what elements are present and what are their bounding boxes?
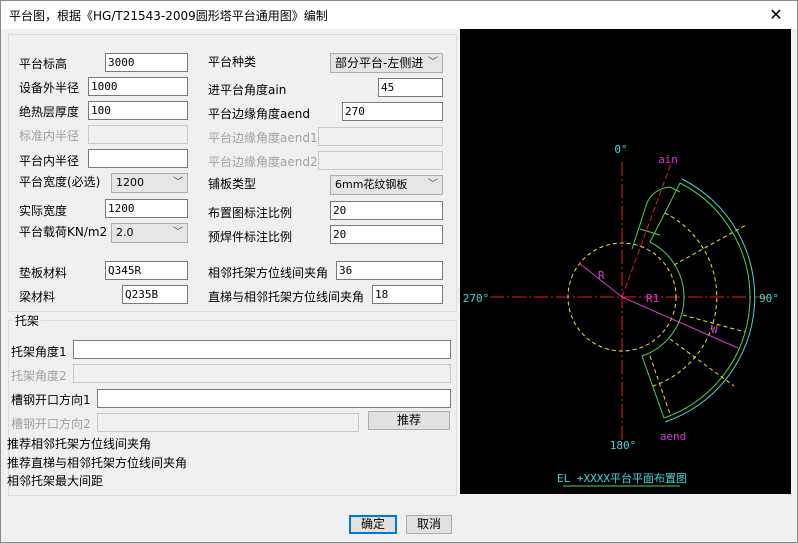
weld-scale-label: 预焊件标注比例 — [208, 230, 293, 244]
outer-radius-label: 设备外半径 — [19, 81, 80, 95]
channel1-input[interactable] — [97, 389, 451, 408]
label-90deg: 90° — [759, 292, 779, 305]
ladder-angle-input[interactable]: 18 — [372, 285, 443, 304]
bracket-group-title: 托架 — [13, 312, 42, 329]
chevron-down-icon: ﹀ — [428, 57, 438, 68]
radial-lines — [649, 224, 747, 415]
beam-material-input[interactable]: Q235B — [122, 285, 188, 304]
drawing-caption: EL +XXXX平台平面布置图 — [557, 471, 687, 485]
bracket-angle-label: 相邻托架方位线间夹角 — [208, 266, 329, 280]
channel2-input — [97, 413, 359, 432]
bracket-angle2-input — [73, 364, 451, 383]
pad-material-input[interactable]: Q345R — [105, 261, 188, 280]
type-label: 平台种类 — [208, 55, 257, 69]
label-0deg: 0° — [614, 143, 627, 156]
actual-width-label: 实际宽度 — [19, 204, 68, 218]
label-w: W — [711, 323, 718, 336]
insulation-input[interactable]: 100 — [88, 101, 188, 120]
layout-scale-input[interactable]: 20 — [330, 201, 443, 220]
inner-radius-label: 平台内半径 — [19, 154, 80, 168]
dialog-window: 平台图，根据《HG/T21543-2009圆形塔平台通用图》编制 ✕ 平台标高 … — [0, 0, 798, 543]
channel1-label: 槽钢开口方向1 — [11, 393, 91, 407]
plate-label: 铺板类型 — [208, 177, 257, 191]
channel2-label: 槽钢开口方向2 — [11, 417, 91, 431]
window-title: 平台图，根据《HG/T21543-2009圆形塔平台通用图》编制 — [9, 9, 328, 23]
middle-arc — [652, 212, 718, 387]
platform-drawing-preview: 0° 90° 180° 270° ain aend R R1 W EL +XXX… — [460, 29, 791, 494]
elevation-input[interactable]: 3000 — [105, 53, 188, 72]
bracket-angle-input[interactable]: 36 — [336, 261, 443, 280]
bracket-angle2-label: 托架角度2 — [11, 369, 67, 383]
width-label: 平台宽度(必选) — [19, 175, 101, 189]
aend2-label: 平台边缘角度aend2 — [208, 155, 318, 169]
bracket-angle1-label: 托架角度1 — [11, 345, 67, 359]
elevation-label: 平台标高 — [19, 57, 68, 71]
inner-radius-input[interactable] — [88, 149, 188, 168]
pad-material-label: 垫板材料 — [19, 266, 68, 280]
std-inner-radius-input — [88, 125, 188, 144]
platform-outer-edge — [664, 178, 756, 423]
axis-lines — [490, 160, 770, 449]
load-label: 平台载荷KN/m2 — [19, 225, 108, 239]
chevron-down-icon: ﹀ — [428, 179, 438, 190]
title-bar: 平台图，根据《HG/T21543-2009圆形塔平台通用图》编制 ✕ — [1, 1, 797, 29]
load-select[interactable]: 2.0 ﹀ — [111, 223, 188, 243]
plate-select[interactable]: 6mm花纹钢板 ﹀ — [330, 175, 443, 195]
beam-material-label: 梁材料 — [19, 290, 56, 304]
ain-label: 进平台角度ain — [208, 83, 287, 97]
insulation-label: 绝热层厚度 — [19, 105, 80, 119]
aend-input[interactable]: 270 — [342, 102, 443, 121]
info-line-2: 推荐直梯与相邻托架方位线间夹角 — [7, 456, 188, 470]
actual-width-input[interactable]: 1200 — [105, 199, 188, 218]
label-r: R — [598, 269, 605, 282]
width-value: 1200 — [116, 176, 144, 189]
type-value: 部分平台-左侧进 — [335, 56, 424, 70]
aend2-input — [318, 151, 443, 170]
plate-value: 6mm花纹钢板 — [335, 178, 408, 191]
chevron-down-icon: ﹀ — [173, 227, 183, 238]
cancel-button[interactable]: 取消 — [406, 515, 452, 534]
chevron-down-icon: ﹀ — [173, 177, 183, 188]
std-inner-radius-label: 标准内半径 — [19, 129, 80, 143]
width-select[interactable]: 1200 ﹀ — [111, 173, 188, 193]
ain-input[interactable]: 45 — [378, 78, 443, 97]
close-icon[interactable]: ✕ — [761, 3, 791, 27]
info-line-3: 相邻托架最大间距 — [7, 474, 104, 488]
aend1-input — [318, 127, 443, 146]
info-line-1: 推荐相邻托架方位线间夹角 — [7, 437, 152, 451]
type-select[interactable]: 部分平台-左侧进 ﹀ — [330, 53, 443, 73]
label-270deg: 270° — [463, 292, 490, 305]
label-aend: aend — [660, 430, 687, 443]
load-value: 2.0 — [116, 226, 134, 239]
label-180deg: 180° — [610, 439, 637, 452]
layout-scale-label: 布置图标注比例 — [208, 206, 293, 220]
recommend-button[interactable]: 推荐 — [368, 411, 450, 430]
outer-radius-input[interactable]: 1000 — [88, 77, 188, 96]
aend1-label: 平台边缘角度aend1 — [208, 131, 318, 145]
ladder-angle-label: 直梯与相邻托架方位线间夹角 — [208, 290, 365, 304]
bracket-angle1-input[interactable] — [73, 340, 451, 359]
weld-scale-input[interactable]: 20 — [330, 225, 443, 244]
ok-button[interactable]: 确定 — [349, 515, 397, 534]
label-r1: R1 — [646, 292, 659, 305]
label-ain: ain — [658, 153, 678, 166]
aend-label: 平台边缘角度aend — [208, 107, 310, 121]
